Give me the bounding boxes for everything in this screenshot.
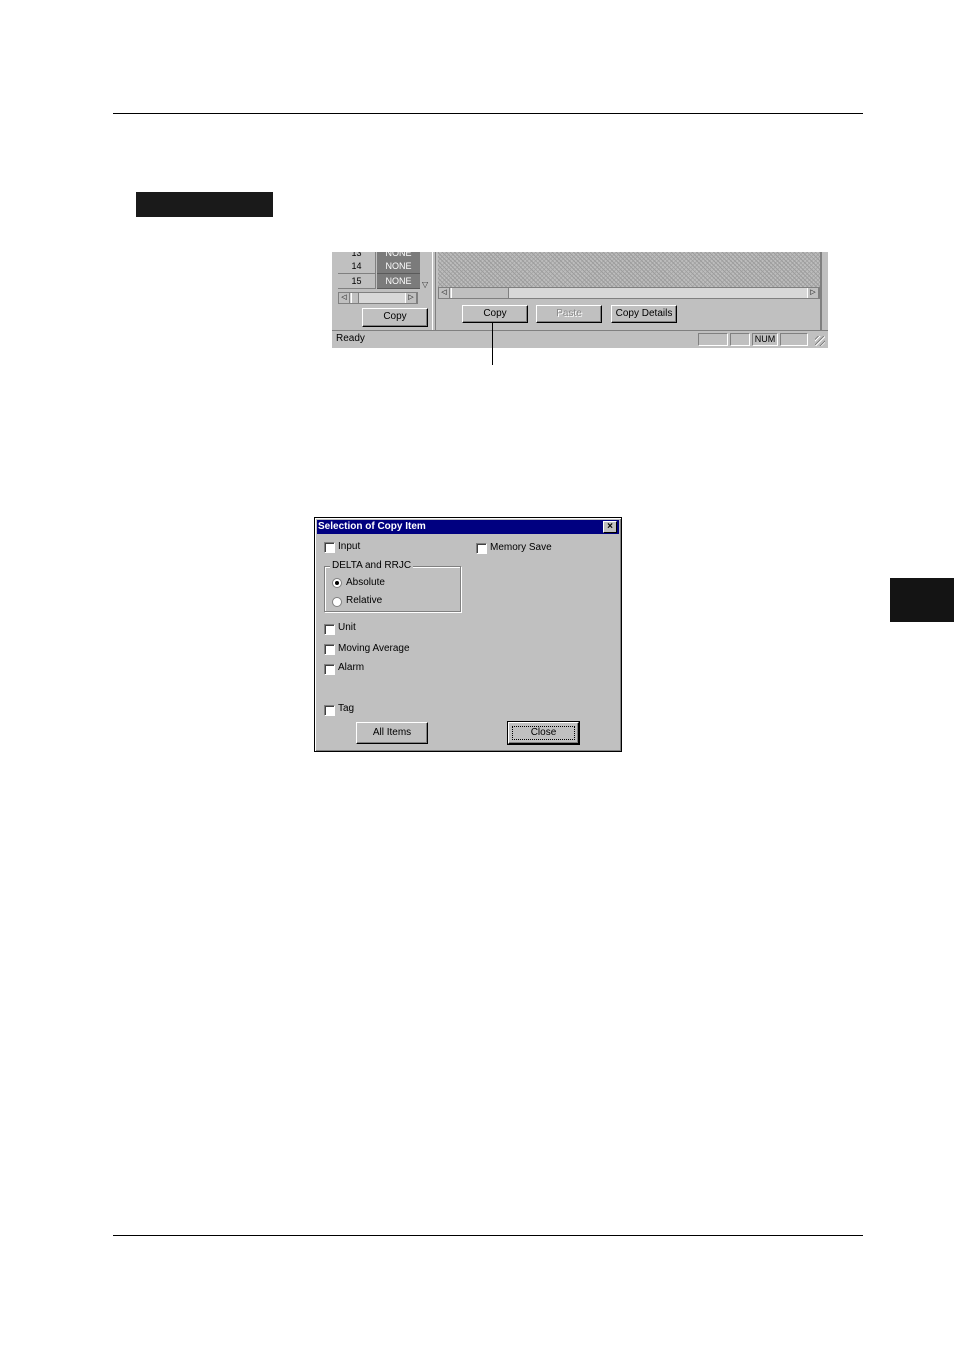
copy-details-button[interactable]: Copy Details [611,305,677,323]
memory-save-label: Memory Save [490,542,552,553]
alarm-checkbox[interactable] [324,664,335,675]
unit-checkbox[interactable] [324,624,335,635]
moving-average-label: Moving Average [338,643,410,654]
chapter-thumb-tab [890,578,954,622]
row-value[interactable]: NONE [377,259,420,274]
all-items-button[interactable]: All Items [356,722,428,744]
paste-button: Paste [536,305,602,323]
memory-save-checkbox[interactable] [476,543,487,554]
header-rule [113,113,863,114]
scroll-thumb[interactable] [351,293,359,303]
copy-button[interactable]: Copy [462,305,528,323]
relative-label: Relative [346,595,383,606]
selection-of-copy-item-dialog: Selection of Copy Item × Input Memory Sa… [314,517,622,752]
main-horizontal-scrollbar[interactable]: ◁ ▷ [438,287,820,299]
dialog-titlebar[interactable]: Selection of Copy Item × [317,520,619,534]
unit-label: Unit [338,622,356,633]
left-horizontal-scrollbar[interactable]: ◁ ▷ [338,292,418,304]
left-copy-button[interactable]: Copy [362,308,428,327]
absolute-label: Absolute [346,577,385,588]
resize-grip-icon[interactable] [815,336,825,346]
status-panel [698,333,728,346]
status-num-indicator: NUM [752,333,778,346]
copy-area-screenshot: 13 NONE 14 NONE 15 NONE ▽ ◁ ▷ Copy ◁ ▷ C… [332,252,828,348]
close-button[interactable]: Close [507,721,580,745]
scroll-left-icon[interactable]: ◁ [439,288,450,298]
group-label: DELTA and RRJC [330,560,414,572]
right-pane-border [820,252,822,330]
scroll-left-icon[interactable]: ◁ [339,293,350,303]
absolute-radio[interactable] [332,578,342,588]
radio-selected-dot [335,581,339,585]
footer-rule [113,1235,863,1236]
scroll-right-icon[interactable]: ▷ [807,288,819,298]
row-number: 14 [338,259,376,274]
pane-divider[interactable] [432,252,436,330]
tag-checkbox[interactable] [324,705,335,716]
status-bar: Ready NUM [332,330,828,348]
data-grid-area [438,252,820,287]
alarm-label: Alarm [338,662,365,673]
dialog-title: Selection of Copy Item [318,521,426,532]
relative-radio[interactable] [332,597,342,607]
focus-rect [512,726,575,740]
status-panel [730,333,750,346]
scroll-right-icon[interactable]: ▷ [405,293,417,303]
row-value[interactable]: NONE [377,274,420,289]
scroll-thumb[interactable] [451,288,509,298]
moving-average-checkbox[interactable] [324,644,335,655]
row-number: 15 [338,274,376,289]
input-label: Input [338,541,361,552]
input-checkbox[interactable] [324,542,335,553]
channel-list-pane: 13 NONE 14 NONE 15 NONE ▽ ◁ ▷ Copy [336,252,430,328]
status-panel [780,333,808,346]
tag-label: Tag [338,703,355,714]
scroll-down-icon[interactable]: ▽ [422,280,430,290]
status-text: Ready [336,333,365,344]
section-heading-bar [136,192,273,217]
close-icon[interactable]: × [603,521,617,533]
delta-rrjc-groupbox [324,566,461,612]
callout-line [492,322,493,365]
